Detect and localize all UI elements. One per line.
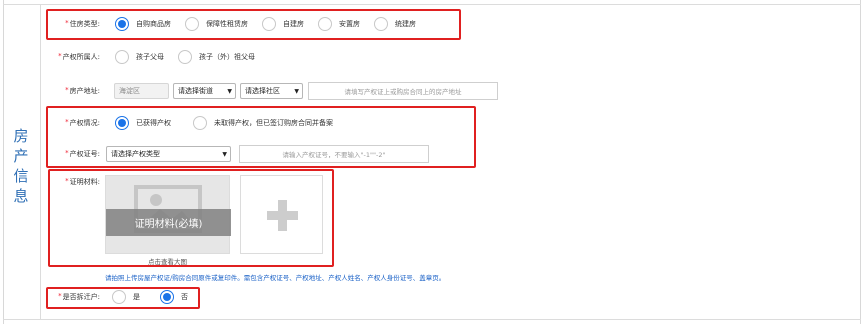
radio-option[interactable]: 孩子父母 [115,50,164,64]
bottom-divider [3,319,861,320]
owner-row: * 产权所属人: 孩子父母 孩子（外）祖父母 [44,50,265,64]
owner-label: * 产权所属人: [58,52,100,61]
highlight-box-housing-type [46,9,461,40]
address-row: * 房产地址: 海淀区 请选择街道 ▼ 请选择社区 ▼ 请填写产权证上或购房合同上的房… [44,82,498,100]
radio-circle[interactable] [115,50,129,64]
address-input[interactable]: 请填写产权证上或购房合同上的房产地址 [308,82,498,100]
column-divider [40,5,41,319]
radio-option[interactable]: 孩子（外）祖父母 [178,50,255,64]
community-select[interactable]: 请选择社区 ▼ [240,83,303,99]
street-select[interactable]: 请选择街道 ▼ [173,83,236,99]
highlight-box-proof [48,169,334,267]
chevron-down-icon: ▼ [227,87,232,95]
highlight-box-relocation [46,287,200,309]
district-select[interactable]: 海淀区 [114,83,169,99]
section-title-char: 息 [13,187,29,205]
section-title-char: 产 [13,147,29,165]
highlight-box-property [46,106,476,168]
section-title-char: 信 [13,167,29,185]
radio-circle[interactable] [178,50,192,64]
section-title: 房 产 信 息 [8,126,34,206]
address-label: * 房产地址: [65,86,100,95]
section-title-char: 房 [13,127,29,145]
upload-instructions: 请拍照上传房屋产权证/购房合同原件或复印件。需包含产权证号、产权地址、产权人姓名… [105,274,446,282]
top-divider [3,4,861,5]
chevron-down-icon: ▼ [294,87,299,95]
